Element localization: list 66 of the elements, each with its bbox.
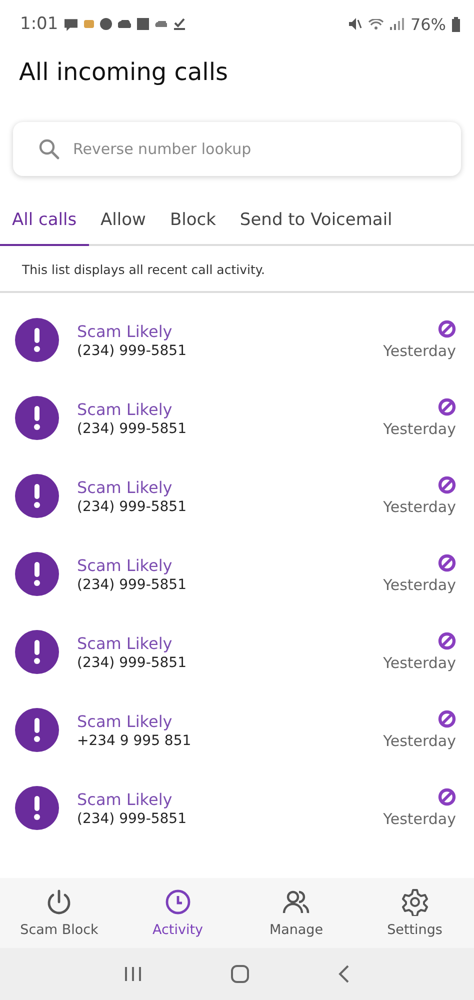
caller-name: Scam Likely — [77, 478, 174, 496]
caller-number: (234) 999-5851 — [77, 654, 188, 670]
caller-number: +234 9 995 851 — [77, 732, 192, 748]
alert-icon — [15, 708, 59, 752]
nav-tab[interactable]: Activity — [118, 878, 237, 948]
blocked-icon — [438, 554, 456, 572]
tab[interactable]: Block — [158, 198, 228, 246]
blocked-icon — [438, 476, 456, 494]
search-field[interactable]: Reverse number lookup — [13, 122, 461, 176]
caller-number: (234) 999-5851 — [77, 498, 188, 514]
blocked-icon — [438, 632, 456, 650]
blocked-icon — [438, 320, 456, 338]
people-icon — [282, 888, 310, 916]
nav-tab[interactable]: Settings — [356, 878, 474, 948]
settings-icon — [400, 888, 429, 916]
home-icon[interactable] — [230, 965, 249, 983]
caller-name: Scam Likely — [77, 790, 174, 808]
tab[interactable]: Send to Voicemail — [228, 198, 404, 246]
blocked-icon — [438, 710, 456, 728]
wifi-icon — [368, 18, 384, 30]
caller-name: Scam Likely — [77, 322, 174, 340]
nav-tab[interactable]: Scam Block — [0, 878, 118, 948]
call-time: Yesterday — [383, 498, 456, 516]
call-time: Yesterday — [383, 576, 456, 594]
caller-number: (234) 999-5851 — [77, 342, 188, 358]
page-title: All incoming calls — [19, 58, 230, 88]
recent-apps-icon[interactable] — [124, 966, 142, 982]
mute-icon — [348, 18, 362, 30]
blocked-icon — [438, 398, 456, 416]
search-icon — [38, 138, 60, 160]
check-icon — [173, 18, 186, 30]
alert-icon — [15, 318, 59, 362]
clock-icon — [164, 888, 192, 916]
circle-icon — [100, 18, 112, 30]
image-icon — [137, 18, 150, 30]
call-time: Yesterday — [383, 810, 456, 828]
battery-icon — [452, 16, 460, 32]
nav-tab[interactable]: Manage — [237, 878, 356, 948]
battery-level: 76% — [410, 14, 446, 34]
call-time: Yesterday — [383, 654, 456, 672]
signal-icon — [390, 18, 404, 30]
alert-icon — [15, 552, 59, 596]
call-time: Yesterday — [383, 342, 456, 360]
caller-number: (234) 999-5851 — [77, 810, 188, 826]
chat-icon — [64, 18, 78, 30]
alert-icon — [15, 786, 59, 830]
tab[interactable]: Allow — [88, 198, 158, 246]
caller-name: Scam Likely — [77, 634, 174, 652]
call-time: Yesterday — [383, 732, 456, 750]
call-time: Yesterday — [383, 420, 456, 438]
cloud-icon — [155, 20, 168, 28]
caller-number: (234) 999-5851 — [77, 576, 188, 592]
caller-number: (234) 999-5851 — [77, 420, 188, 436]
alert-icon — [15, 396, 59, 440]
status-time: 1:01 — [20, 14, 58, 34]
info-text: This list displays all recent call activity. — [0, 246, 474, 293]
caller-name: Scam Likely — [77, 400, 174, 418]
back-icon[interactable] — [338, 965, 350, 983]
blocked-icon — [438, 788, 456, 806]
tab[interactable]: All calls — [0, 198, 89, 246]
alert-icon — [15, 474, 59, 518]
cloud-icon — [118, 20, 132, 28]
caller-name: Scam Likely — [77, 712, 174, 730]
alert-icon — [15, 630, 59, 674]
caller-name: Scam Likely — [77, 556, 174, 574]
mail-icon — [84, 20, 94, 28]
